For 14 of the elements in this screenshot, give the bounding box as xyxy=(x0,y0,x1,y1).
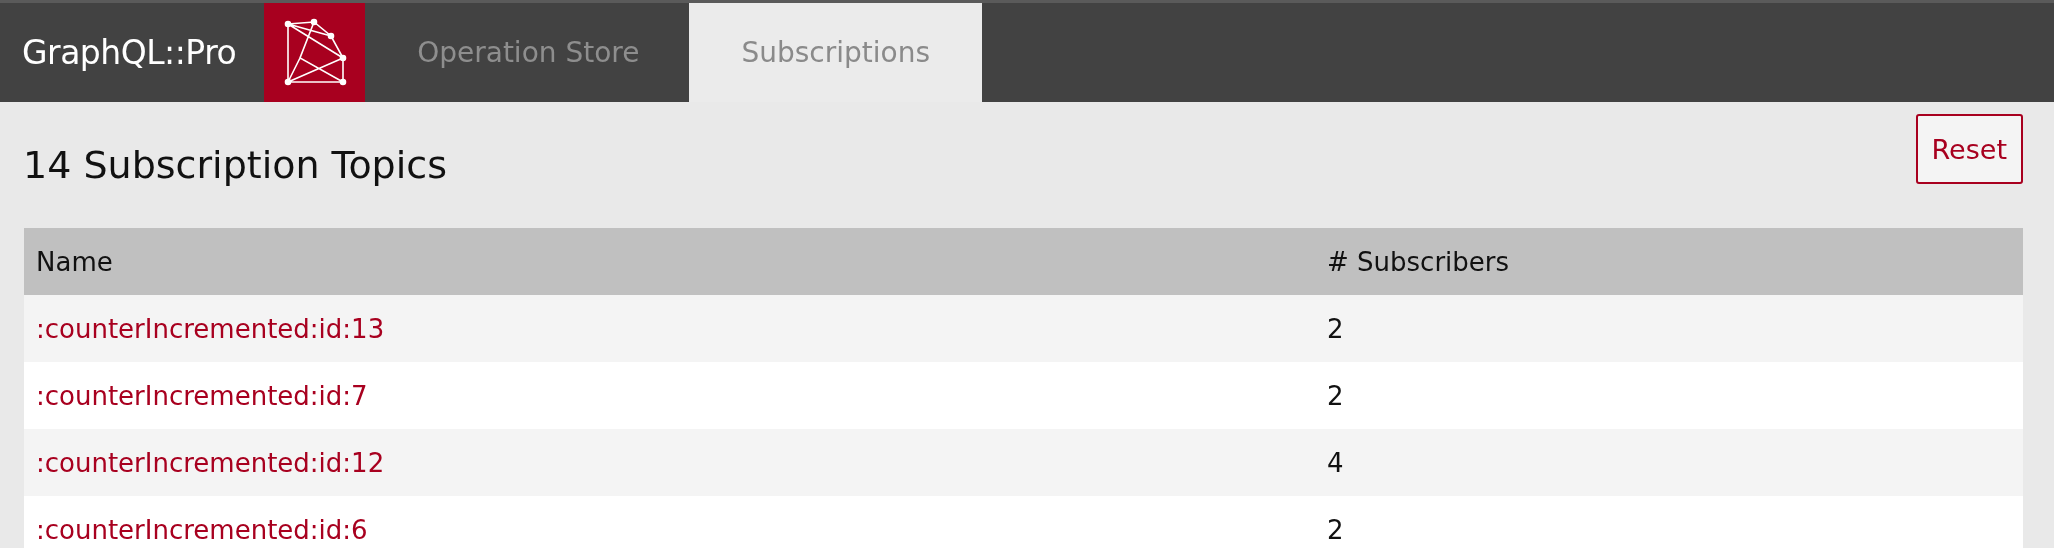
topic-link[interactable]: :counterIncremented:id:13 xyxy=(24,295,1315,362)
column-header: Name xyxy=(24,228,1315,295)
topic-link[interactable]: :counterIncremented:id:6 xyxy=(24,496,1315,548)
table-cell: 2 xyxy=(1315,295,2023,362)
topic-link[interactable]: :counterIncremented:id:12 xyxy=(24,429,1315,496)
table-cell: 2 xyxy=(1315,496,2023,548)
column-header: # Subscribers xyxy=(1315,228,2023,295)
brand-name: GraphQL::Pro xyxy=(21,32,238,74)
table-cell: 2 xyxy=(1315,362,2023,429)
logo-icon xyxy=(264,3,366,102)
table-cell: 4 xyxy=(1315,429,2023,496)
reset-button[interactable]: Reset xyxy=(1915,114,2023,184)
page-title: 14 Subscription Topics xyxy=(23,143,447,187)
topic-link[interactable]: :counterIncremented:id:7 xyxy=(24,362,1315,429)
